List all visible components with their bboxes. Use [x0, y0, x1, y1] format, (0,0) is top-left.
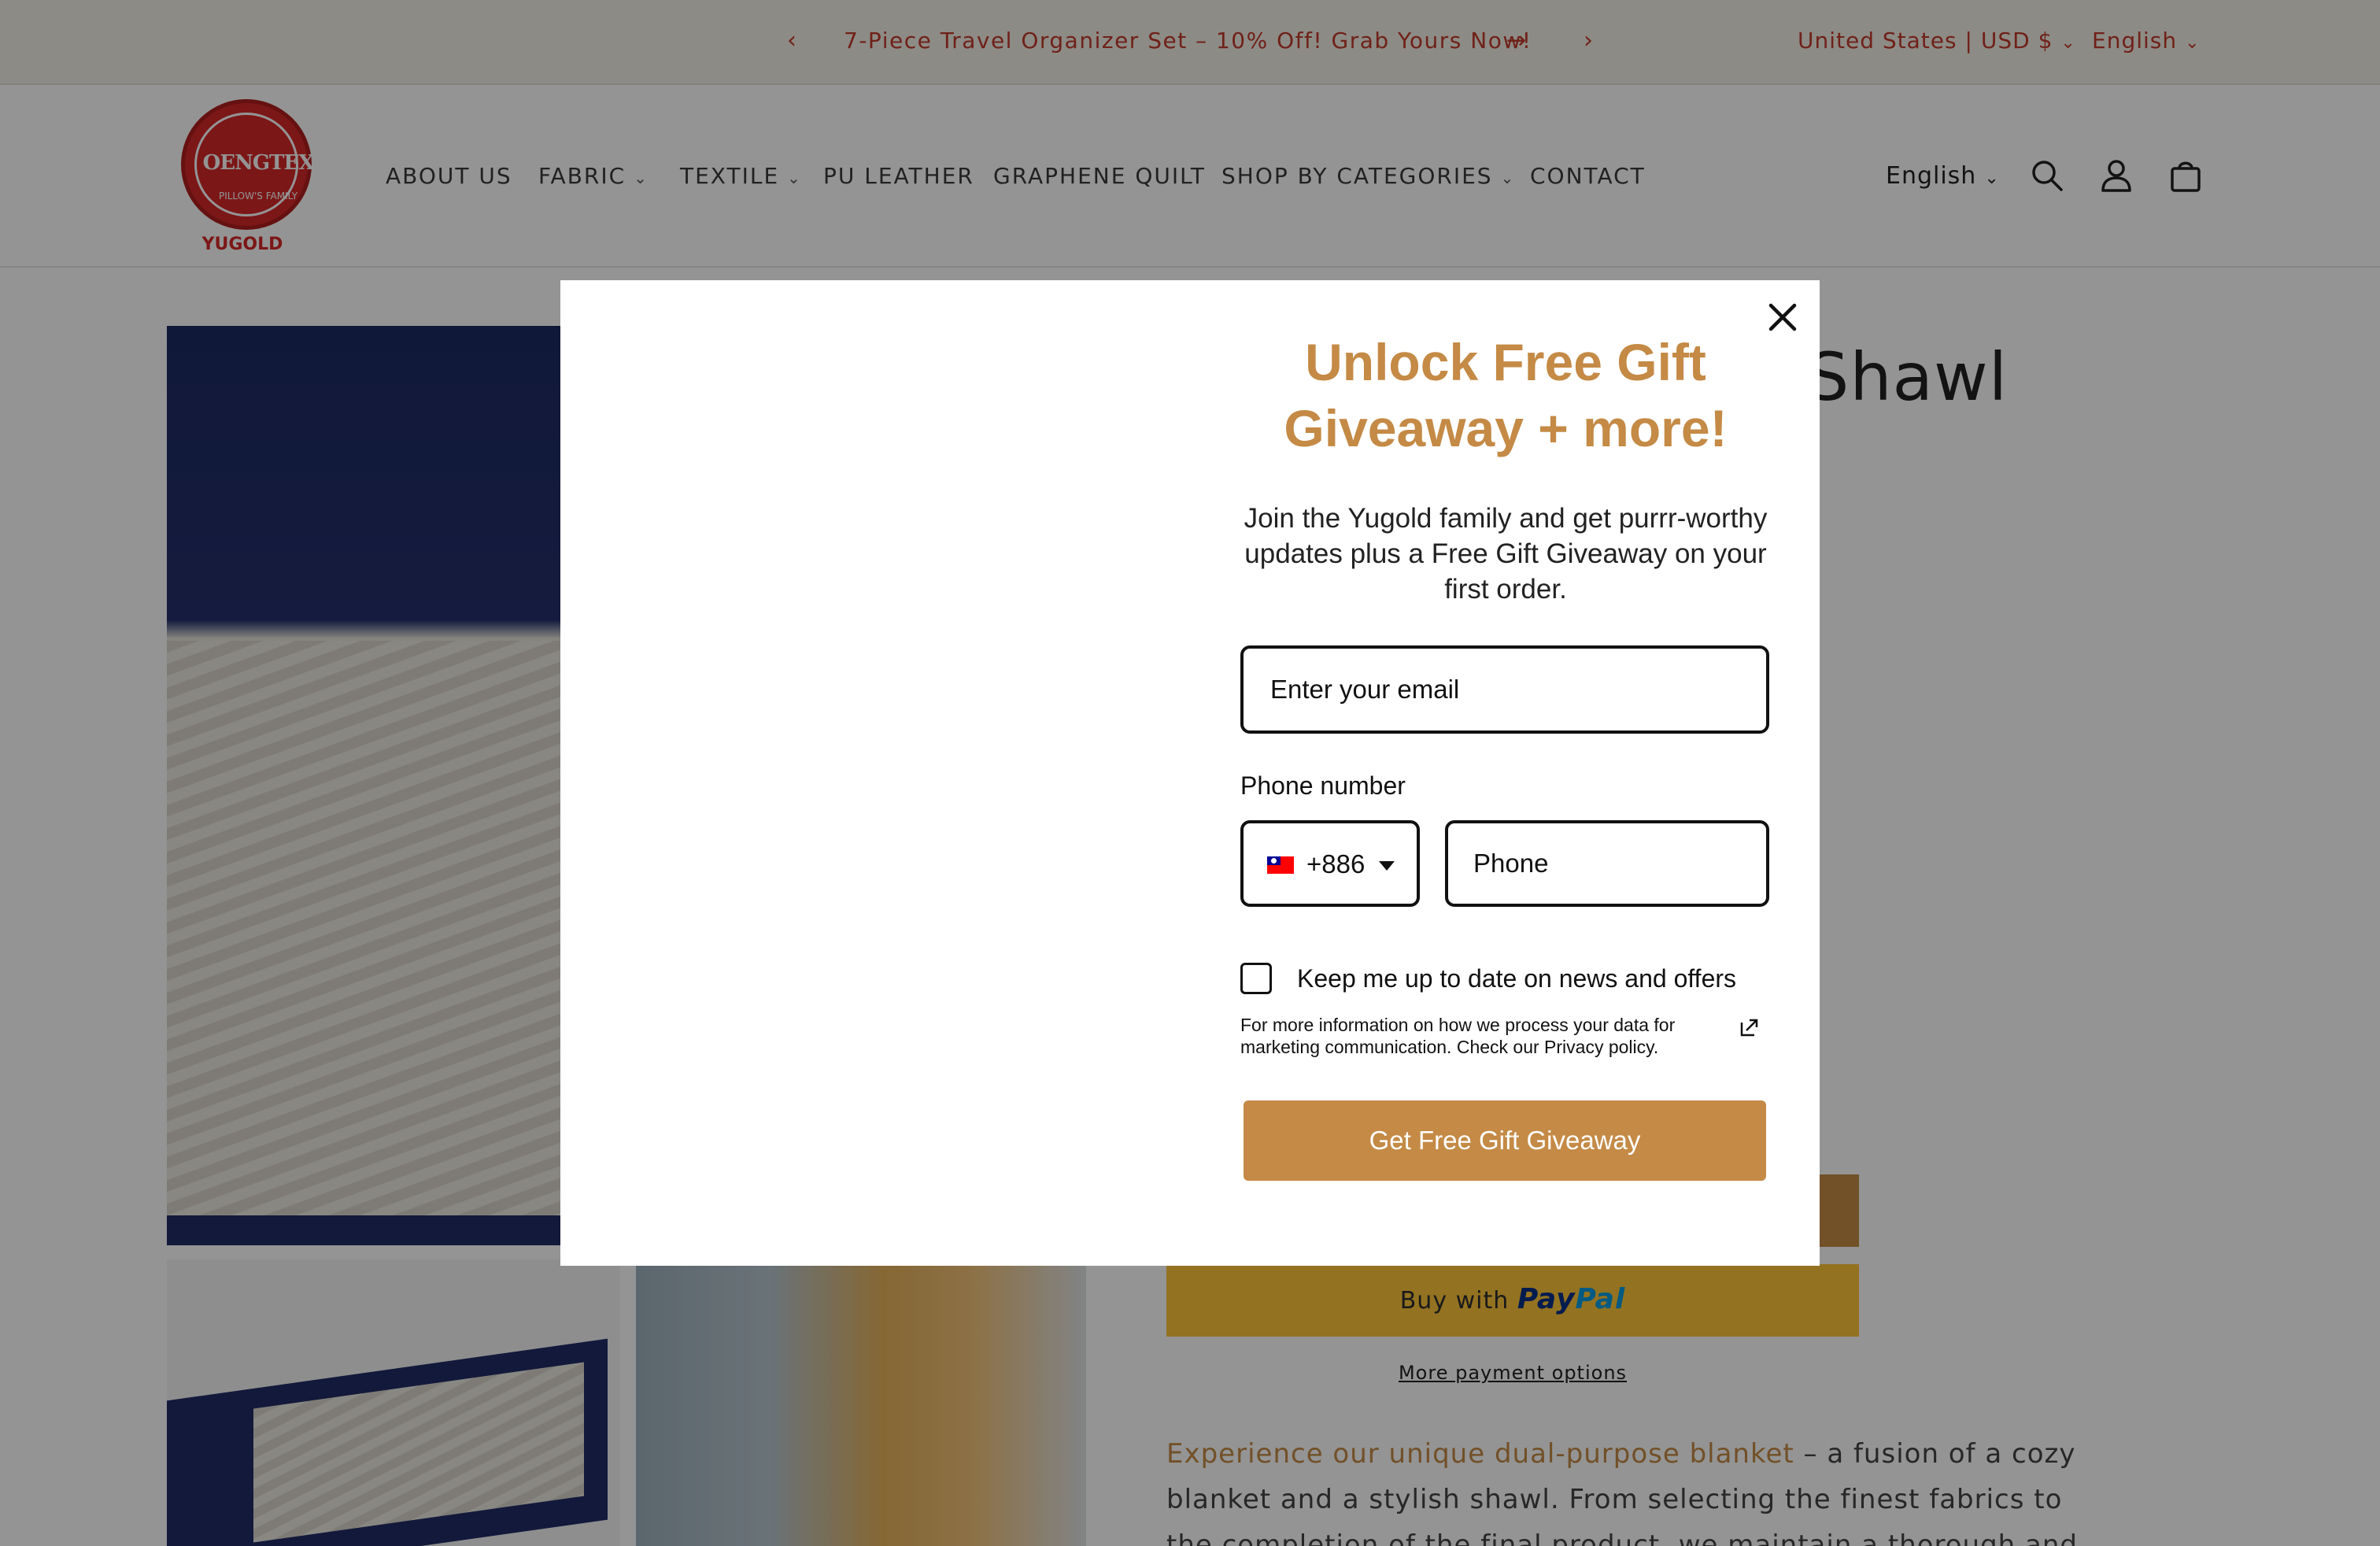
flag-taiwan-icon	[1267, 856, 1294, 874]
phone-number-label: Phone number	[1240, 771, 1406, 800]
caret-down-icon	[1379, 861, 1395, 871]
newsletter-checkbox-label[interactable]: Keep me up to date on news and offers	[1297, 962, 1736, 995]
newsletter-checkbox[interactable]	[1240, 963, 1272, 994]
popup-subtitle: Join the Yugold family and get purrr-wor…	[1244, 503, 1768, 605]
country-code-select[interactable]: +886	[1240, 820, 1420, 907]
popup-title: Unlock Free Gift Giveaway + more!	[1284, 333, 1728, 457]
get-free-gift-button[interactable]: Get Free Gift Giveaway	[1244, 1100, 1766, 1181]
external-link-icon[interactable]	[1739, 1017, 1760, 1037]
phone-input[interactable]	[1445, 820, 1769, 907]
privacy-notice: For more information on how we process y…	[1240, 1015, 1676, 1057]
country-code-value: +886	[1306, 849, 1366, 878]
email-input[interactable]	[1240, 645, 1769, 734]
product-page: ‹ 7-Piece Travel Organizer Set – 10% Off…	[0, 0, 2380, 1546]
